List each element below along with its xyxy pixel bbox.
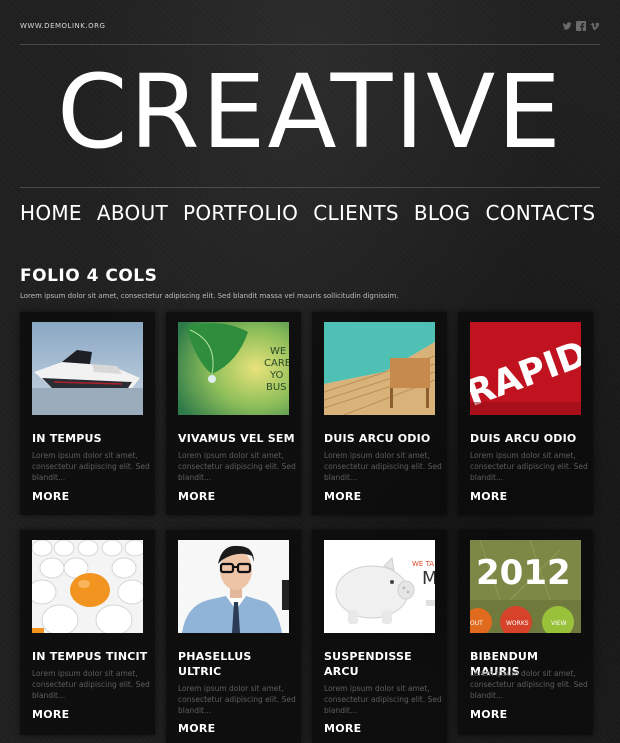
twitter-icon[interactable] xyxy=(562,21,572,31)
page-title: FOLIO 4 COLS xyxy=(20,266,158,286)
portfolio-item: IN TEMPUS TINCIT Lorem ipsum dolor sit a… xyxy=(20,530,155,735)
more-link[interactable]: MORE xyxy=(470,708,507,721)
portfolio-thumb-rapid[interactable]: RAPID xyxy=(470,322,581,415)
vimeo-icon[interactable] xyxy=(590,21,600,31)
nav-item-home[interactable]: HOME xyxy=(20,200,82,226)
portfolio-item-desc: Lorem ipsum dolor sit amet, consectetur … xyxy=(32,669,150,700)
portfolio-item-desc: Lorem ipsum dolor sit amet, consectetur … xyxy=(32,451,150,482)
nav-item-about[interactable]: ABOUT xyxy=(97,200,168,226)
nav-item-contacts[interactable]: CONTACTS xyxy=(485,200,595,226)
site-url-link[interactable]: WWW.DEMOLINK.ORG xyxy=(20,22,105,30)
svg-text:WORKS: WORKS xyxy=(506,620,529,627)
portfolio-thumb-eggs[interactable] xyxy=(32,540,143,633)
portfolio-item-title: VIVAMUS VEL SEM xyxy=(178,432,295,445)
portfolio-thumb-leaf[interactable]: WE CARE YO BUS xyxy=(178,322,289,415)
portfolio-item-title: DUIS ARCU ODIO xyxy=(470,432,577,445)
more-link[interactable]: MORE xyxy=(324,490,361,503)
portfolio-item-title: IN TEMPUS xyxy=(32,432,102,445)
header-divider-top xyxy=(20,44,600,45)
portfolio-item: WE CARE YO BUS VIVAMUS VEL SEM Lorem ips… xyxy=(166,312,301,515)
svg-text:YO: YO xyxy=(269,370,284,381)
portfolio-item: DUIS ARCU ODIO Lorem ipsum dolor sit ame… xyxy=(312,312,447,515)
header-divider-bottom xyxy=(20,187,600,188)
calendar-2012-image: 2012 OUT WORKS VIEW xyxy=(470,540,581,633)
eggs-image xyxy=(32,540,143,633)
nav-item-clients[interactable]: CLIENTS xyxy=(313,200,399,226)
jet-ski-image xyxy=(32,322,143,415)
portfolio-thumb-jet-ski[interactable] xyxy=(32,322,143,415)
portfolio-item: WE TA M SUSPENDISSE ARCU Lorem ipsum dol… xyxy=(312,530,447,743)
portfolio-item-desc: Lorem ipsum dolor sit amet, consectetur … xyxy=(178,451,296,482)
portfolio-item-desc: Lorem ipsum dolor sit amet, consectetur … xyxy=(470,669,588,700)
portfolio-thumb-pool[interactable] xyxy=(324,322,435,415)
portfolio-item-title: SUSPENDISSE ARCU xyxy=(324,650,412,678)
more-link[interactable]: MORE xyxy=(324,722,361,735)
svg-text:VIEW: VIEW xyxy=(551,620,567,627)
portfolio-item: 2012 OUT WORKS VIEW BIBENDUM MAURIS Lore… xyxy=(458,530,593,735)
svg-text:WE TA: WE TA xyxy=(412,560,434,568)
portfolio-item-title: IN TEMPUS TINCIT xyxy=(32,650,148,663)
svg-text:CARE: CARE xyxy=(264,358,289,369)
nav-item-blog[interactable]: BLOG xyxy=(414,200,471,226)
more-link[interactable]: MORE xyxy=(178,490,215,503)
portfolio-item-desc: Lorem ipsum dolor sit amet, consectetur … xyxy=(470,451,588,482)
more-link[interactable]: MORE xyxy=(470,490,507,503)
portfolio-item-title: PHASELLUS ULTRIC xyxy=(178,650,252,678)
more-link[interactable]: MORE xyxy=(32,490,69,503)
svg-text:M: M xyxy=(422,568,435,589)
more-link[interactable]: MORE xyxy=(32,708,69,721)
svg-text:OUT: OUT xyxy=(470,620,483,627)
top-bar: WWW.DEMOLINK.ORG xyxy=(20,21,600,36)
page-intro: Lorem ipsum dolor sit amet, consectetur … xyxy=(20,292,399,300)
portfolio-item-desc: Lorem ipsum dolor sit amet, consectetur … xyxy=(324,684,442,715)
piggy-bank-image: WE TA M xyxy=(324,540,435,633)
portfolio-item: IN TEMPUS Lorem ipsum dolor sit amet, co… xyxy=(20,312,155,515)
pool-deck-image xyxy=(324,322,435,415)
portfolio-item-title: DUIS ARCU ODIO xyxy=(324,432,431,445)
portfolio-item: PHASELLUS ULTRIC Lorem ipsum dolor sit a… xyxy=(166,530,301,743)
portfolio-item-desc: Lorem ipsum dolor sit amet, consectetur … xyxy=(178,684,296,715)
more-link[interactable]: MORE xyxy=(178,722,215,735)
portfolio-thumb-man[interactable] xyxy=(178,540,289,633)
rapid-poster-image: RAPID xyxy=(470,322,581,415)
green-leaf-image: WE CARE YO BUS xyxy=(178,322,289,415)
facebook-icon[interactable] xyxy=(576,21,586,31)
main-nav: HOME ABOUT PORTFOLIO CLIENTS BLOG CONTAC… xyxy=(20,200,610,226)
svg-text:WE: WE xyxy=(270,346,286,357)
man-portrait-image xyxy=(178,540,289,633)
portfolio-thumb-piggy[interactable]: WE TA M xyxy=(324,540,435,633)
portfolio-thumb-2012[interactable]: 2012 OUT WORKS VIEW xyxy=(470,540,581,633)
portfolio-item: RAPID DUIS ARCU ODIO Lorem ipsum dolor s… xyxy=(458,312,593,515)
site-logo[interactable]: CREATIVE xyxy=(23,48,597,178)
nav-item-portfolio[interactable]: PORTFOLIO xyxy=(183,200,298,226)
social-links xyxy=(562,21,600,31)
svg-text:BUS: BUS xyxy=(266,382,287,393)
svg-text:2012: 2012 xyxy=(476,553,571,593)
portfolio-item-desc: Lorem ipsum dolor sit amet, consectetur … xyxy=(324,451,442,482)
